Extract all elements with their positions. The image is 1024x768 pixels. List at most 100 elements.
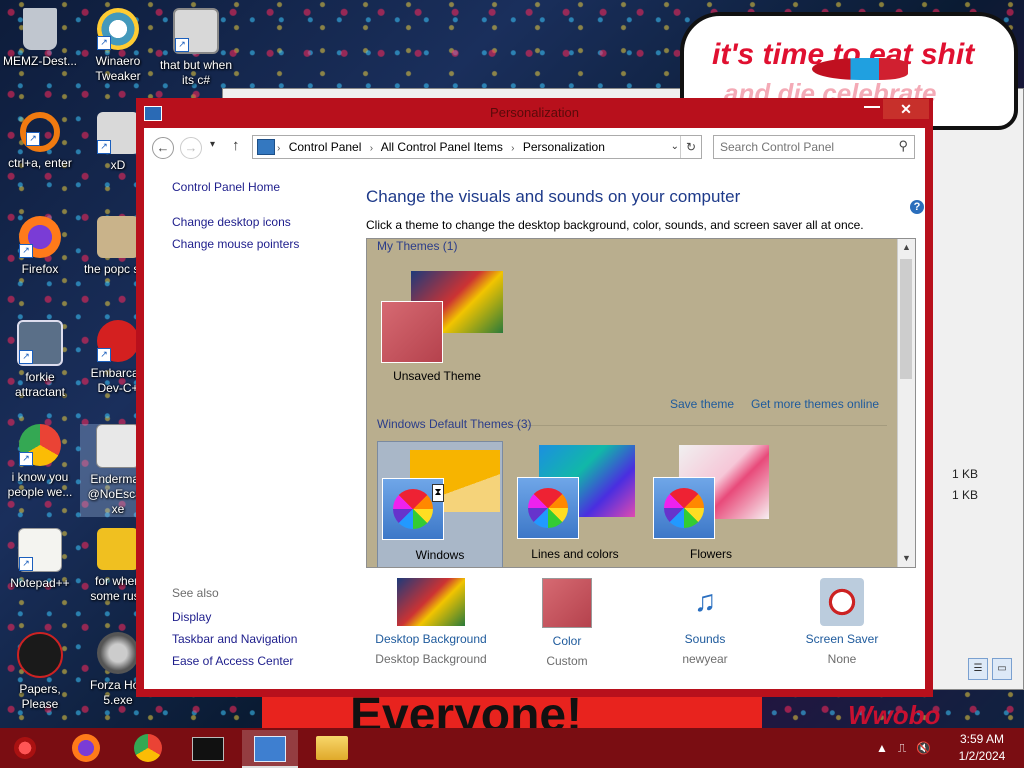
sounds-option[interactable]: ♫ Sounds newyear [640, 576, 770, 666]
see-also-section: See also Display Taskbar and Navigation … [172, 586, 352, 676]
theme-flowers[interactable]: Flowers [649, 441, 773, 567]
taskbar-control-panel[interactable] [242, 730, 298, 768]
divider [507, 425, 887, 426]
taskbar-file-explorer[interactable] [304, 730, 360, 766]
shortcut-arrow-icon: ↗ [19, 350, 33, 364]
desktop-icon-ctrl-a[interactable]: ↗ ctrl+a, enter [2, 112, 78, 171]
theme-label: Windows [415, 548, 465, 562]
theme-label: Unsaved Theme [393, 369, 481, 383]
taskbar-firefox[interactable] [58, 730, 114, 766]
save-theme-link[interactable]: Save theme [670, 397, 734, 411]
start-button[interactable] [0, 730, 50, 766]
recent-locations-icon[interactable]: ▾ [210, 139, 215, 150]
up-button[interactable]: ↑ [232, 137, 240, 154]
media-file-icon [97, 216, 139, 258]
refresh-button[interactable]: ↻ [680, 136, 701, 158]
desktop-icon-label: MEMZ-Dest... [3, 54, 77, 68]
desktop-icon-label: i know you people we... [7, 470, 73, 499]
search-icon[interactable]: ⚲ [898, 138, 908, 154]
desktop-icon-winaero[interactable]: ↗ Winaero Tweaker [80, 8, 156, 84]
screen-saver-option[interactable]: Screen Saver None [777, 576, 907, 666]
taskbar: ▲ ⎍ 🔇 3:59 AM 1/2/2024 [0, 728, 1024, 768]
theme-list-scrollbar[interactable]: ▲ ▼ [897, 239, 915, 567]
shortcut-arrow-icon: ↗ [19, 557, 33, 571]
personalization-window: Personalization ✕ ← → ▾ ↑ › Control Pane… [136, 98, 933, 697]
details-view-icon[interactable]: ☰ [968, 658, 988, 680]
scroll-up-icon[interactable]: ▲ [898, 239, 915, 256]
customization-bar: Desktop Background Desktop Background Co… [366, 576, 906, 686]
document-icon [97, 528, 139, 570]
theme-unsaved[interactable]: Unsaved Theme [375, 267, 503, 393]
desktop-icon-label: that but when its c# [159, 58, 233, 87]
desktop-icon-memz[interactable]: MEMZ-Dest... [2, 8, 78, 69]
control-panel-home-link[interactable]: Control Panel Home [172, 180, 352, 194]
clock[interactable]: 3:59 AM 1/2/2024 [950, 731, 1014, 765]
help-icon[interactable]: ? [910, 200, 924, 214]
breadcrumb-all-items[interactable]: All Control Panel Items [381, 140, 503, 154]
start-orb-icon [14, 737, 36, 759]
breadcrumb-separator[interactable]: › [277, 143, 280, 154]
network-icon[interactable]: ⎍ [898, 741, 906, 756]
shortcut-arrow-icon: ↗ [97, 348, 111, 362]
hourglass-icon: ⧗ [432, 484, 444, 502]
scroll-down-icon[interactable]: ▼ [898, 550, 915, 567]
address-bar[interactable]: › Control Panel › All Control Panel Item… [252, 135, 702, 159]
desktop-icon-chrome[interactable]: ↗ i know you people we... [2, 424, 78, 500]
forward-button[interactable]: → [180, 137, 202, 159]
close-button[interactable]: ✕ [883, 99, 929, 119]
control-panel-icon [257, 139, 275, 155]
desktop-icon-csharp[interactable]: ↗ that but when its c# [158, 8, 234, 88]
winaero-icon: ↗ [97, 8, 139, 50]
ease-of-access-link[interactable]: Ease of Access Center [172, 654, 352, 668]
option-value: Desktop Background [375, 652, 487, 666]
breadcrumb-control-panel[interactable]: Control Panel [289, 140, 362, 154]
taskbar-chrome[interactable] [120, 730, 176, 766]
minimize-icon[interactable] [864, 106, 880, 108]
breadcrumb-separator[interactable]: › [370, 143, 373, 154]
color-option[interactable]: Color Custom [502, 576, 632, 668]
fish-graphic [812, 58, 908, 80]
chevron-down-icon[interactable]: ⌄ [671, 136, 679, 158]
search-box[interactable]: ⚲ [713, 135, 915, 159]
desktop-icon-label: Winaero Tweaker [95, 54, 141, 83]
get-more-themes-link[interactable]: Get more themes online [751, 397, 879, 411]
desktop-icon-papers-please[interactable]: Papers, Please [2, 632, 78, 712]
theme-lines-and-colors[interactable]: Lines and colors [513, 441, 637, 567]
change-mouse-pointers-link[interactable]: Change mouse pointers [172, 237, 352, 251]
search-input[interactable] [714, 136, 890, 158]
back-button[interactable]: ← [152, 137, 174, 159]
option-label[interactable]: Screen Saver [777, 632, 907, 646]
option-label[interactable]: Sounds [640, 632, 770, 646]
default-themes-header[interactable]: Windows Default Themes (3) [377, 417, 532, 431]
volume-muted-icon[interactable]: 🔇 [916, 741, 931, 755]
flash-icon [97, 632, 139, 674]
display-link[interactable]: Display [172, 610, 352, 624]
taskbar-navigation-link[interactable]: Taskbar and Navigation [172, 632, 352, 646]
ring-icon: ↗ [20, 112, 60, 152]
my-themes-header[interactable]: My Themes (1) [377, 239, 457, 253]
theme-label: Lines and colors [531, 547, 619, 561]
desktop-background-option[interactable]: Desktop Background Desktop Background [366, 576, 496, 666]
theme-windows[interactable]: ⧗ Windows [377, 441, 503, 567]
color-swatch [381, 301, 443, 363]
window-content: ← → ▾ ↑ › Control Panel › All Control Pa… [144, 128, 925, 689]
desktop-icon-forkie[interactable]: ↗ forkie attractant [2, 320, 78, 400]
firefox-icon: ↗ [19, 216, 61, 258]
view-buttons: ☰ ▭ [968, 658, 1012, 680]
taskbar-command-prompt[interactable] [180, 730, 236, 766]
option-label[interactable]: Desktop Background [366, 632, 496, 646]
breadcrumb-separator[interactable]: › [511, 143, 514, 154]
desktop-icon-notepadpp[interactable]: ↗ Notepad++ [2, 528, 78, 591]
clock-time: 3:59 AM [959, 732, 1005, 746]
desktop-icon-label: Papers, Please [19, 682, 61, 711]
window-title: Personalization [490, 105, 579, 120]
breadcrumb-personalization[interactable]: Personalization [523, 140, 605, 154]
scrollbar-thumb[interactable] [900, 259, 912, 379]
desktop-icon-firefox[interactable]: ↗ Firefox [2, 216, 78, 277]
large-icons-view-icon[interactable]: ▭ [992, 658, 1012, 680]
change-desktop-icons-link[interactable]: Change desktop icons [172, 215, 352, 229]
navigation-bar: ← → ▾ ↑ › Control Panel › All Control Pa… [144, 128, 925, 166]
desktop-icon-label: ctrl+a, enter [8, 156, 72, 170]
option-label[interactable]: Color [502, 634, 632, 648]
show-hidden-icons-icon[interactable]: ▲ [876, 741, 888, 755]
